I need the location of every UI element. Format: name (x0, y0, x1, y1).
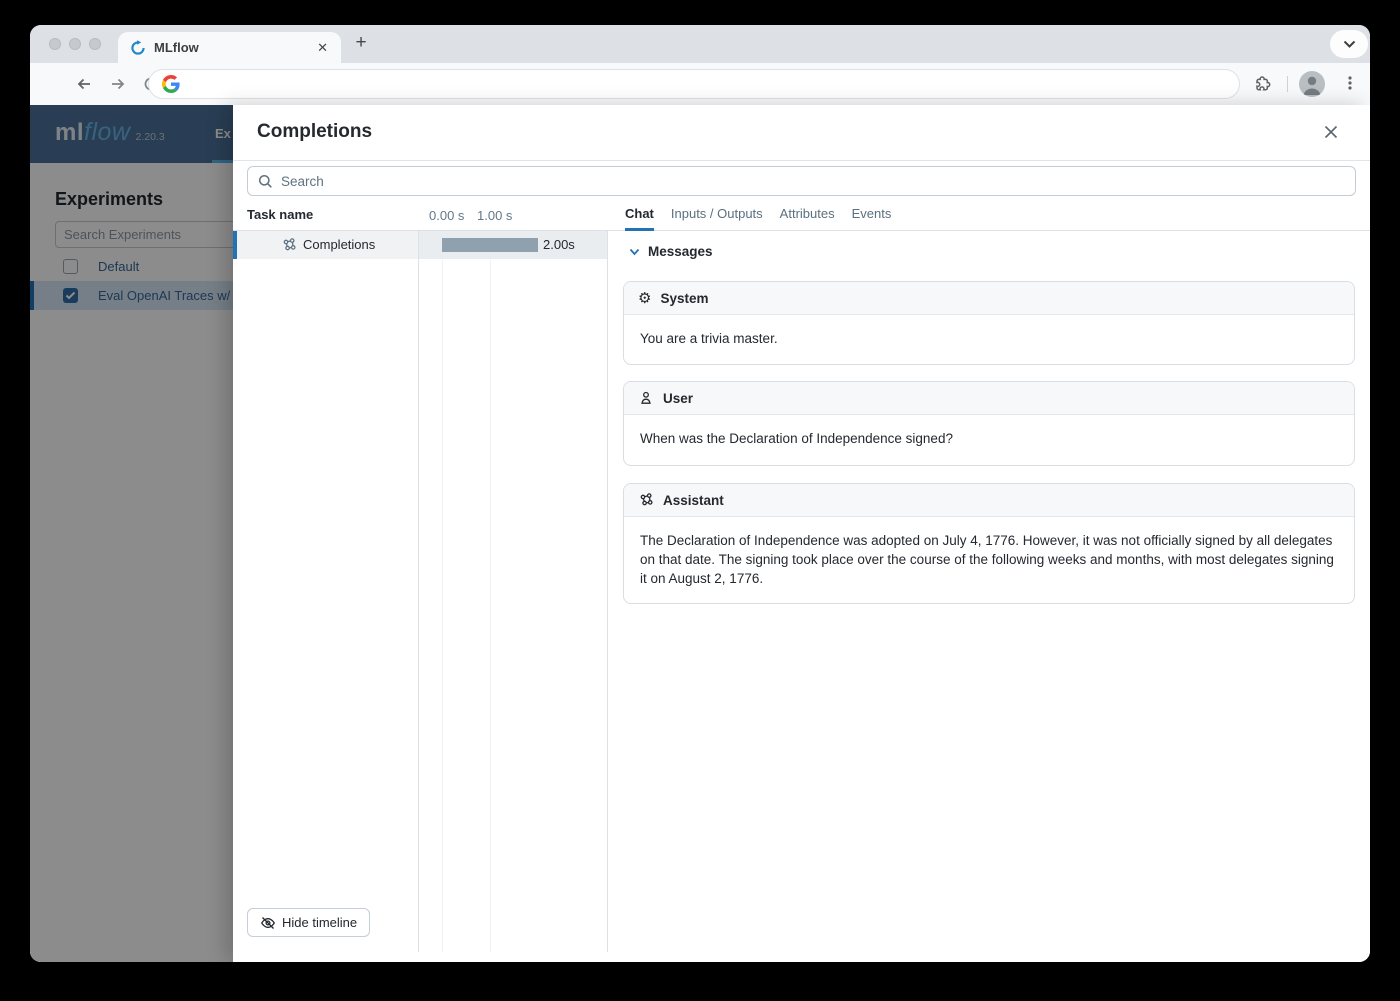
browser-menu-icon[interactable] (1341, 74, 1359, 92)
message-card-system: ⚙ System You are a trivia master. (623, 281, 1355, 365)
maximize-window-button[interactable] (89, 38, 101, 50)
close-window-button[interactable] (49, 38, 61, 50)
gear-icon: ⚙ (638, 289, 652, 307)
profile-avatar[interactable] (1299, 71, 1325, 97)
chevron-down-icon (629, 248, 640, 255)
trace-search-input[interactable] (281, 173, 1355, 189)
tab-strip: MLflow ✕ + (30, 25, 1370, 63)
chevron-down-icon (1343, 40, 1355, 48)
message-content: The Declaration of Independence was adop… (640, 533, 1334, 586)
task-name[interactable]: Completions (303, 231, 375, 259)
forward-button[interactable] (108, 74, 128, 94)
message-card-header: Assistant (624, 484, 1354, 517)
message-role: User (663, 390, 694, 406)
tab-close-icon[interactable]: ✕ (314, 40, 331, 56)
back-button[interactable] (74, 74, 94, 94)
messages-section-toggle[interactable]: Messages (629, 244, 713, 259)
url-input[interactable] (190, 76, 1239, 92)
search-icon (258, 174, 273, 189)
browser-tab-mlflow[interactable]: MLflow ✕ (118, 32, 341, 63)
task-duration-bar[interactable] (442, 238, 538, 252)
google-logo-icon (162, 75, 180, 93)
new-tab-button[interactable]: + (348, 30, 374, 56)
toolbar-separator (1287, 76, 1288, 92)
trace-details-modal: Completions Task name 0.00 s 1.00 s (233, 105, 1370, 962)
browser-window: MLflow ✕ + mlflow 2.20.3 Ex Search Exper… (30, 25, 1370, 962)
mlflow-favicon-icon (130, 39, 146, 56)
detail-tabs: Chat Inputs / Outputs Attributes Events (607, 200, 1370, 231)
tab-chat[interactable]: Chat (625, 200, 654, 231)
message-card-header: ⚙ System (624, 282, 1354, 315)
message-card-assistant: Assistant The Declaration of Independenc… (623, 483, 1355, 604)
hide-timeline-label: Hide timeline (282, 915, 358, 930)
timeline-tick-1: 1.00 s (477, 208, 513, 223)
task-name-column-header: Task name (247, 207, 314, 222)
task-duration-label: 2.00s (543, 237, 575, 252)
close-modal-button[interactable] (1322, 123, 1342, 143)
modal-header: Completions (233, 105, 1370, 161)
tab-search-button[interactable] (1330, 30, 1368, 58)
browser-toolbar (30, 63, 1370, 105)
timeline-gridline-1s (490, 231, 491, 952)
user-icon (638, 390, 654, 406)
eye-off-icon (260, 915, 276, 931)
extensions-icon[interactable] (1252, 74, 1272, 94)
trace-main: Task name 0.00 s 1.00 s Completions 2.00… (233, 200, 1370, 962)
tab-events[interactable]: Events (852, 200, 892, 231)
model-icon (638, 492, 654, 508)
address-bar[interactable] (148, 69, 1240, 99)
model-icon (281, 237, 297, 253)
tab-inputs-outputs[interactable]: Inputs / Outputs (671, 200, 763, 231)
message-role: System (660, 290, 709, 306)
detail-pane: Chat Inputs / Outputs Attributes Events … (607, 200, 1370, 962)
tab-attributes[interactable]: Attributes (780, 200, 835, 231)
modal-title: Completions (257, 121, 373, 142)
tasklist-timeline-divider (418, 231, 419, 952)
modal-backdrop[interactable] (30, 105, 233, 962)
page-content: mlflow2.20.3 Ex Experiments Default Eval… (30, 105, 1370, 962)
minimize-window-button[interactable] (69, 38, 81, 50)
message-content: When was the Declaration of Independence… (640, 431, 953, 446)
timeline-gridline-0s (442, 231, 443, 952)
tab-title: MLflow (154, 40, 199, 55)
hide-timeline-button[interactable]: Hide timeline (247, 908, 371, 937)
message-card-user: User When was the Declaration of Indepen… (623, 381, 1355, 466)
messages-heading: Messages (648, 244, 713, 259)
message-card-header: User (624, 382, 1354, 415)
trace-search-bar[interactable] (247, 166, 1356, 196)
message-content: You are a trivia master. (640, 331, 778, 346)
mlflow-background: mlflow2.20.3 Ex Experiments Default Eval… (30, 105, 233, 962)
message-role: Assistant (663, 492, 724, 508)
task-row-completions[interactable]: Completions 2.00s (233, 231, 607, 259)
timeline-tick-0: 0.00 s (429, 208, 465, 223)
